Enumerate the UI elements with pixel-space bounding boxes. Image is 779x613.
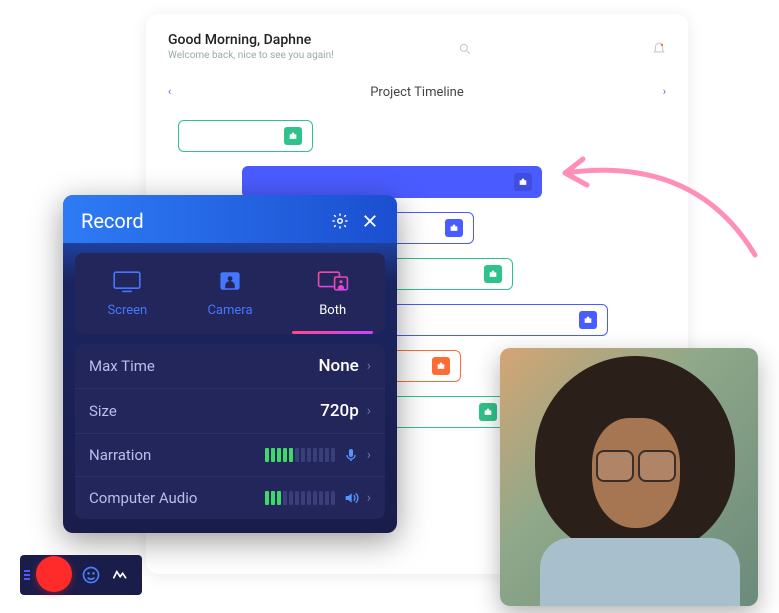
- drag-handle-icon[interactable]: [24, 570, 30, 580]
- size-label: Size: [89, 402, 117, 420]
- max-time-value: None: [319, 356, 359, 376]
- record-mode-tabs: Screen Camera Both: [75, 253, 385, 334]
- narration-label: Narration: [89, 446, 151, 464]
- record-panel: Record Screen Camera Both Max Time: [63, 195, 397, 533]
- record-header: Record: [63, 195, 397, 243]
- camera-preview: [500, 348, 758, 606]
- briefcase-icon: [445, 219, 463, 237]
- briefcase-icon: [284, 127, 302, 145]
- row-computer-audio[interactable]: Computer Audio ›: [75, 477, 385, 519]
- briefcase-icon: [479, 403, 497, 421]
- chevron-right-icon: ›: [367, 490, 371, 506]
- record-button[interactable]: [36, 556, 72, 592]
- gear-icon[interactable]: [331, 212, 349, 230]
- bell-icon[interactable]: [652, 42, 666, 56]
- prev-chevron-icon[interactable]: ‹: [168, 85, 171, 98]
- search-icon[interactable]: [458, 42, 472, 56]
- tab-camera[interactable]: Camera: [182, 257, 279, 330]
- close-icon[interactable]: [361, 212, 379, 230]
- row-size[interactable]: Size 720p ›: [75, 389, 385, 434]
- briefcase-icon: [514, 173, 532, 191]
- speaker-icon: [343, 490, 359, 506]
- tab-screen-label: Screen: [107, 303, 147, 318]
- briefcase-icon: [432, 357, 450, 375]
- person-image: [500, 348, 758, 606]
- max-time-label: Max Time: [89, 357, 155, 375]
- chevron-right-icon: ›: [367, 447, 371, 463]
- timeline-bar[interactable]: [242, 166, 542, 198]
- effects-icon[interactable]: [110, 564, 132, 586]
- audio-level-meter: [265, 491, 335, 505]
- record-title: Record: [81, 209, 144, 233]
- section-title: ‹ Project Timeline ›: [168, 85, 666, 100]
- narration-level-meter: [265, 448, 335, 462]
- chevron-right-icon: ›: [367, 403, 371, 419]
- row-max-time[interactable]: Max Time None ›: [75, 344, 385, 389]
- timeline-bar[interactable]: [178, 120, 313, 152]
- briefcase-icon: [484, 265, 502, 283]
- toolbar: [20, 555, 142, 595]
- mic-icon: [343, 447, 359, 463]
- briefcase-icon: [579, 311, 597, 329]
- tab-screen[interactable]: Screen: [79, 257, 176, 330]
- audio-label: Computer Audio: [89, 489, 197, 507]
- chevron-right-icon: ›: [367, 358, 371, 374]
- tab-both[interactable]: Both: [284, 257, 381, 330]
- row-narration[interactable]: Narration ›: [75, 434, 385, 477]
- size-value: 720p: [320, 401, 359, 421]
- webcam-toggle-icon[interactable]: [80, 564, 102, 586]
- section-title-label: Project Timeline: [370, 85, 464, 100]
- tab-both-label: Both: [319, 303, 346, 318]
- record-settings: Max Time None › Size 720p › Narration ›: [75, 344, 385, 519]
- next-chevron-icon[interactable]: ›: [663, 85, 666, 98]
- tab-camera-label: Camera: [207, 303, 252, 318]
